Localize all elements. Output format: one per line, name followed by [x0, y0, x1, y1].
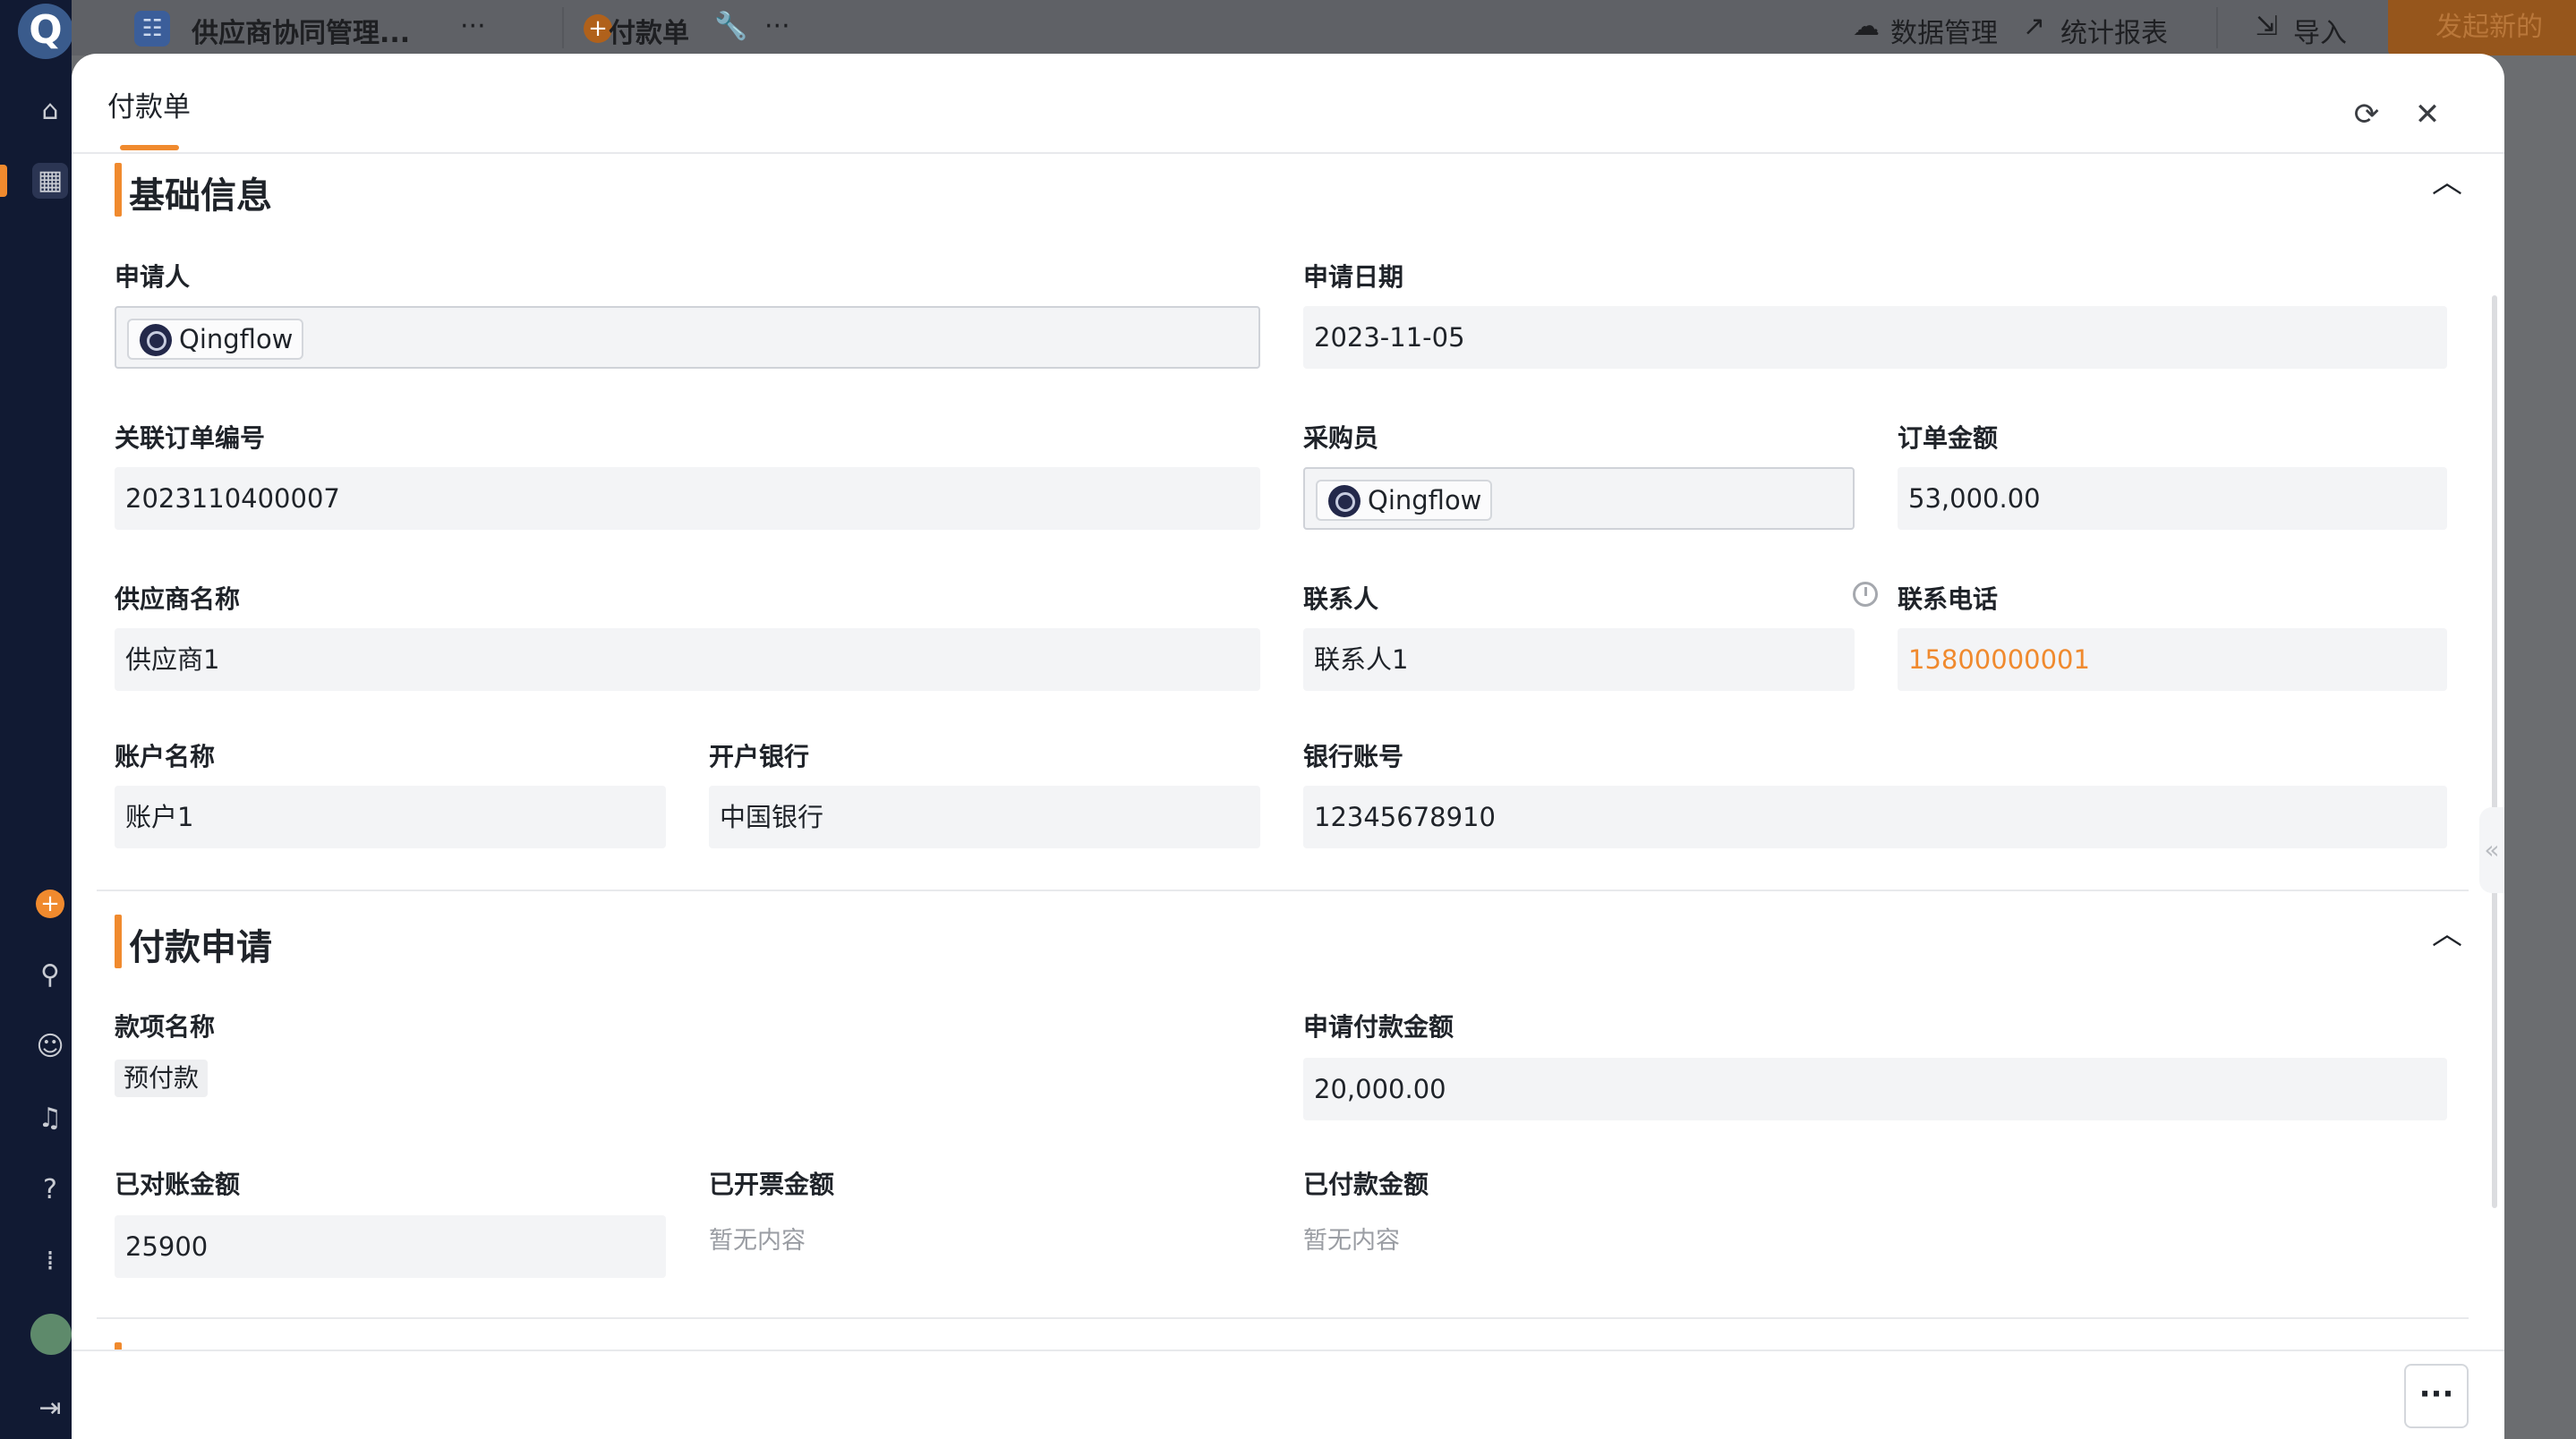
paid-empty: 暂无内容: [1303, 1227, 1400, 1255]
help-icon[interactable]: ?: [32, 1172, 68, 1208]
users-icon[interactable]: ☺: [32, 1029, 68, 1065]
phone-field[interactable]: 15800000001: [1898, 628, 2447, 691]
invoiced-empty: 暂无内容: [709, 1227, 806, 1255]
account-name-field[interactable]: 账户1: [115, 786, 666, 848]
section-marker: [115, 915, 122, 968]
apps-icon[interactable]: ⁞: [32, 1244, 68, 1280]
avatar[interactable]: [30, 1314, 72, 1355]
reconciled-label: 已对账金额: [115, 1170, 241, 1199]
more-actions-button[interactable]: ···: [2404, 1364, 2469, 1428]
stats-report-link[interactable]: 统计报表: [2060, 11, 2168, 50]
member-avatar: [1328, 485, 1361, 517]
wrench-icon[interactable]: 🔧: [714, 11, 747, 42]
contact-field[interactable]: 联系人1: [1303, 628, 1855, 691]
section-divider: [97, 890, 2469, 891]
divider: [2216, 7, 2218, 48]
clock-icon: [1853, 582, 1878, 607]
top-bar: ☷ 供应商协同管理... ··· + 付款单 🔧 ··· ☁ 数据管理 ↗ 统计…: [72, 0, 2576, 55]
apply-date-label: 申请日期: [1303, 262, 1404, 292]
contact-label: 联系人: [1303, 584, 1379, 614]
bank-account-label: 银行账号: [1303, 742, 1404, 771]
section-divider: [97, 1317, 2469, 1319]
item-name-tag: 预付款: [115, 1060, 209, 1097]
modal-footer: ···: [72, 1350, 2504, 1439]
form-more-icon[interactable]: ···: [764, 11, 790, 42]
import-icon[interactable]: ⇲: [2256, 11, 2278, 42]
bank-label: 开户银行: [709, 742, 810, 771]
section-marker: [115, 163, 122, 217]
close-icon[interactable]: ✕: [2410, 97, 2445, 132]
bank-field[interactable]: 中国银行: [709, 786, 1260, 848]
bell-icon[interactable]: ♫: [32, 1101, 68, 1137]
buyer-field[interactable]: Qingflow: [1303, 467, 1855, 530]
add-icon[interactable]: +: [36, 890, 64, 918]
chevron-up-icon[interactable]: ︿: [2429, 165, 2465, 200]
data-manage-link[interactable]: 数据管理: [1890, 11, 1998, 50]
order-amount-label: 订单金额: [1898, 423, 1999, 453]
member-name: Qingflow: [179, 324, 294, 354]
supplier-label: 供应商名称: [115, 584, 241, 614]
section-title-basic: 基础信息: [129, 175, 272, 217]
collapse-panel-icon[interactable]: «: [2479, 807, 2504, 893]
modal-title[interactable]: 付款单: [107, 84, 191, 124]
member-avatar: [140, 324, 172, 356]
reconciled-field[interactable]: 25900: [115, 1215, 666, 1278]
scrollbar[interactable]: [2492, 295, 2497, 1208]
payment-form-modal: 付款单 ⟳ ✕ 基础信息 ︿ 申请人 Qingflow 申请日期 2023-11…: [72, 54, 2504, 1439]
order-no-label: 关联订单编号: [115, 423, 266, 453]
member-chip[interactable]: Qingflow: [1316, 480, 1493, 521]
paid-label: 已付款金额: [1303, 1170, 1429, 1199]
app-logo[interactable]: Q: [18, 4, 73, 59]
request-amount-field[interactable]: 20,000.00: [1303, 1058, 2447, 1120]
expand-icon[interactable]: ⇥: [32, 1391, 68, 1426]
invoiced-label: 已开票金额: [709, 1170, 835, 1199]
section-title-payment: 付款申请: [129, 927, 272, 968]
home-icon[interactable]: ⌂: [32, 93, 68, 129]
modal-header: 付款单 ⟳ ✕: [72, 54, 2504, 154]
buyer-label: 采购员: [1303, 423, 1379, 453]
background-dim: [2506, 55, 2576, 1439]
refresh-icon[interactable]: ⟳: [2349, 97, 2384, 132]
app-name[interactable]: 供应商协同管理...: [192, 11, 410, 50]
member-chip[interactable]: Qingflow: [127, 319, 304, 360]
app-more-icon[interactable]: ···: [460, 11, 486, 42]
divider: [562, 7, 564, 48]
chart-icon[interactable]: ↗: [2023, 11, 2045, 42]
request-amount-label: 申请付款金额: [1303, 1012, 1454, 1042]
search-icon[interactable]: ⚲: [32, 958, 68, 993]
applicant-field[interactable]: Qingflow: [115, 306, 1260, 369]
title-underline: [120, 145, 179, 150]
bank-account-field[interactable]: 12345678910: [1303, 786, 2447, 848]
supplier-field[interactable]: 供应商1: [115, 628, 1260, 691]
chevron-up-icon[interactable]: ︿: [2429, 916, 2465, 952]
member-name: Qingflow: [1368, 485, 1482, 515]
applicant-label: 申请人: [115, 262, 191, 292]
apply-date-field[interactable]: 2023-11-05: [1303, 306, 2447, 369]
account-name-label: 账户名称: [115, 742, 216, 771]
app-icon: ☷: [134, 11, 170, 47]
order-no-field[interactable]: 2023110400007: [115, 467, 1260, 530]
active-indicator: [0, 165, 7, 197]
order-amount-field[interactable]: 53,000.00: [1898, 467, 2447, 530]
import-button[interactable]: 导入: [2293, 11, 2347, 50]
item-name-label: 款项名称: [115, 1012, 216, 1042]
form-name[interactable]: 付款单: [609, 11, 689, 50]
phone-label: 联系电话: [1898, 584, 1999, 614]
start-new-button[interactable]: 发起新的: [2388, 0, 2576, 55]
left-nav-rail: Q ⌂ ▦ + ⚲ ☺ ♫ ? ⁞ ⇥: [0, 0, 73, 1439]
data-manage-icon[interactable]: ☁: [1853, 11, 1880, 42]
workspace-grid-icon[interactable]: ▦: [32, 163, 68, 199]
